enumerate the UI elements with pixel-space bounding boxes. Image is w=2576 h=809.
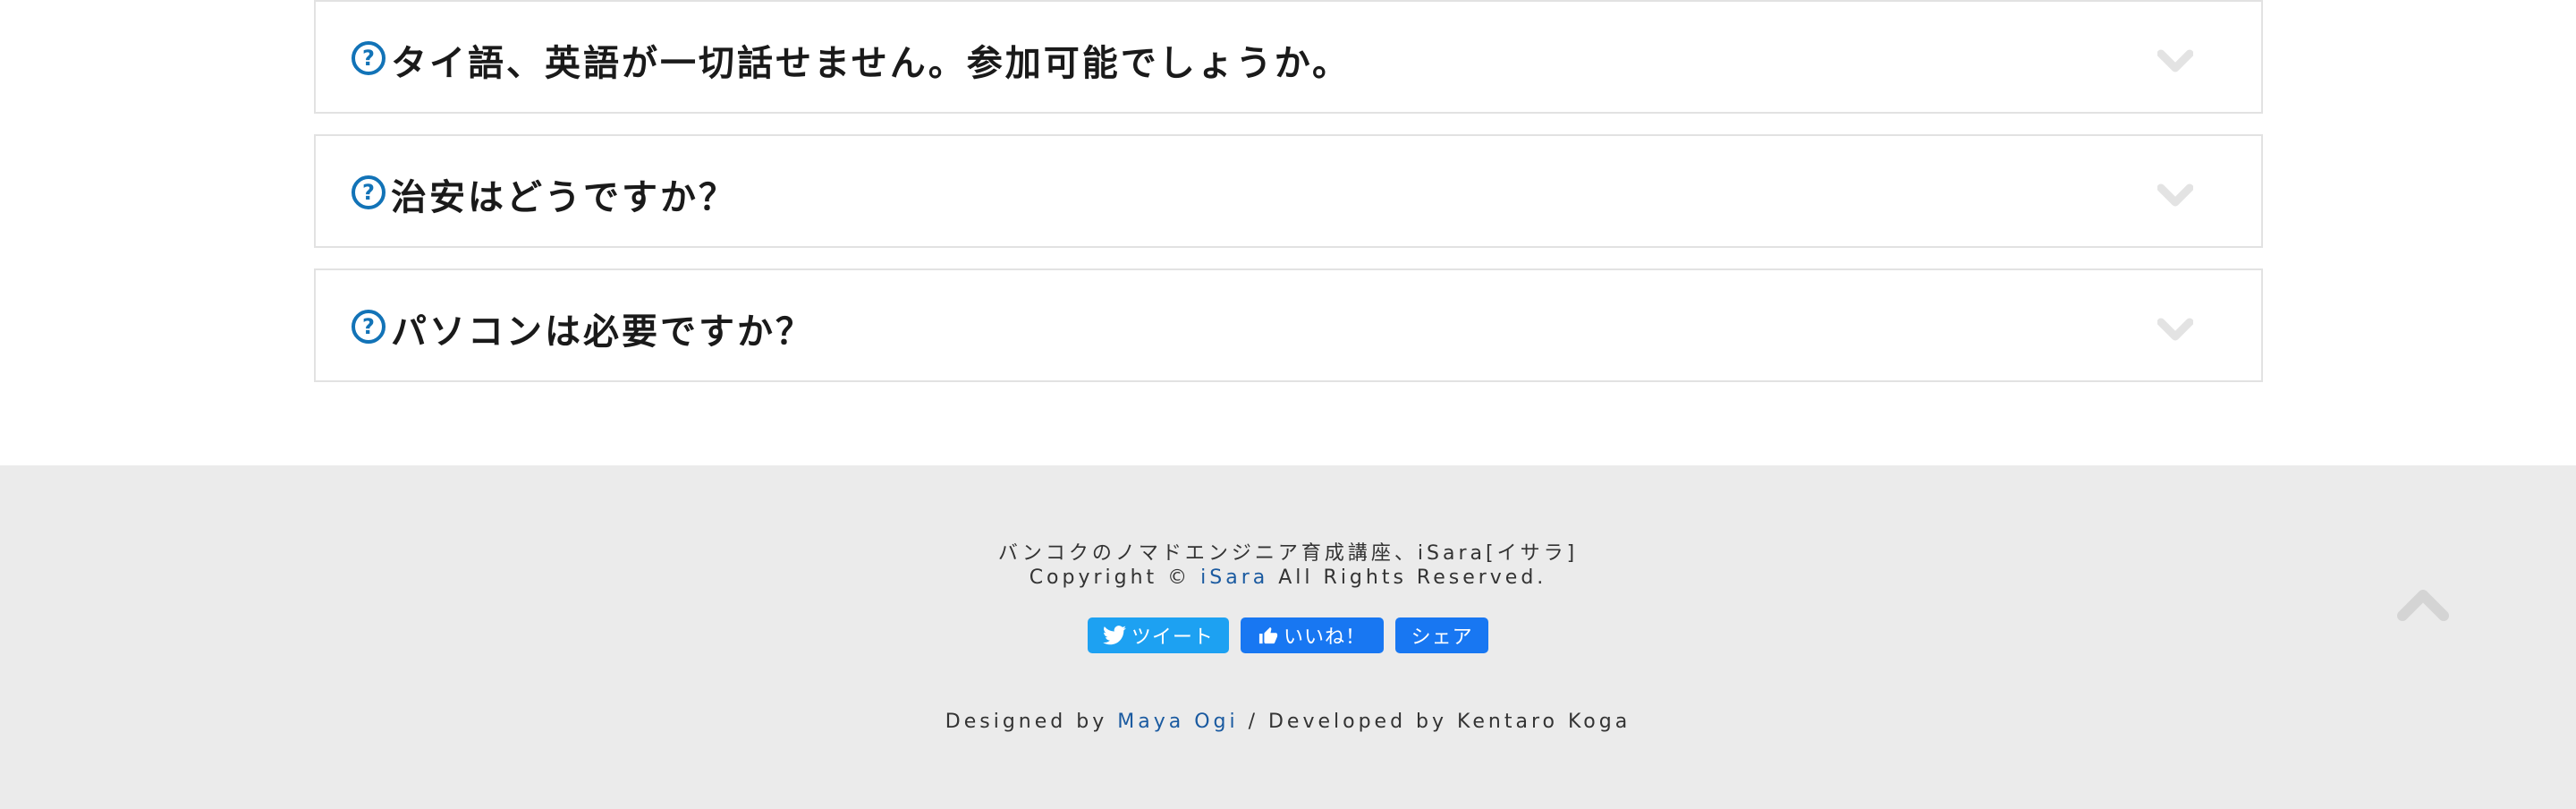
footer: バンコクのノマドエンジニア育成講座、iSara[イサラ] Copyright ©… <box>0 465 2576 809</box>
copyright: Copyright © iSara All Rights Reserved. <box>0 566 2576 589</box>
thumbs-up-icon <box>1258 626 1278 644</box>
copyright-suffix: All Rights Reserved. <box>1268 566 1547 589</box>
faq-item[interactable]: ? タイ語、英語が一切話せません。参加可能でしょうか。 <box>314 0 2263 114</box>
like-button[interactable]: いいね！ <box>1241 617 1384 653</box>
faq-question: タイ語、英語が一切話せません。参加可能でしょうか。 <box>391 43 1351 84</box>
faq-question: パソコンは必要ですか？ <box>391 311 814 353</box>
question-circle-icon: ? <box>352 175 386 209</box>
faq-item[interactable]: ? 治安はどうですか？ <box>314 134 2263 248</box>
copyright-prefix: Copyright © <box>1029 566 1201 589</box>
developed-credit: / Developed by Kentaro Koga <box>1238 711 1631 733</box>
credits: Designed by Maya Ogi / Developed by Kent… <box>0 711 2576 733</box>
twitter-bird-icon <box>1102 626 1126 645</box>
faq-list: ? タイ語、英語が一切話せません。参加可能でしょうか。 ? 治安はどうですか？ … <box>314 0 2263 403</box>
chevron-down-icon[interactable] <box>2157 317 2193 344</box>
copyright-link[interactable]: iSara <box>1200 566 1268 589</box>
share-button[interactable]: シェア <box>1395 617 1489 653</box>
question-circle-icon: ? <box>352 310 386 344</box>
chevron-up-icon[interactable] <box>2397 587 2449 623</box>
social-buttons: ツイート いいね！ シェア <box>0 617 2576 653</box>
tweet-label: ツイート <box>1131 626 1214 649</box>
faq-question: 治安はどうですか？ <box>391 177 737 218</box>
chevron-down-icon[interactable] <box>2157 48 2193 75</box>
share-label: シェア <box>1411 626 1473 649</box>
like-label: いいね！ <box>1283 626 1366 649</box>
faq-item[interactable]: ? パソコンは必要ですか？ <box>314 268 2263 382</box>
designer-link[interactable]: Maya Ogi <box>1117 711 1238 733</box>
chevron-down-icon[interactable] <box>2157 183 2193 209</box>
designed-prefix: Designed by <box>945 711 1118 733</box>
question-circle-icon: ? <box>352 41 386 75</box>
footer-tagline: バンコクのノマドエンジニア育成講座、iSara[イサラ] <box>997 542 1579 565</box>
tweet-button[interactable]: ツイート <box>1087 617 1229 653</box>
